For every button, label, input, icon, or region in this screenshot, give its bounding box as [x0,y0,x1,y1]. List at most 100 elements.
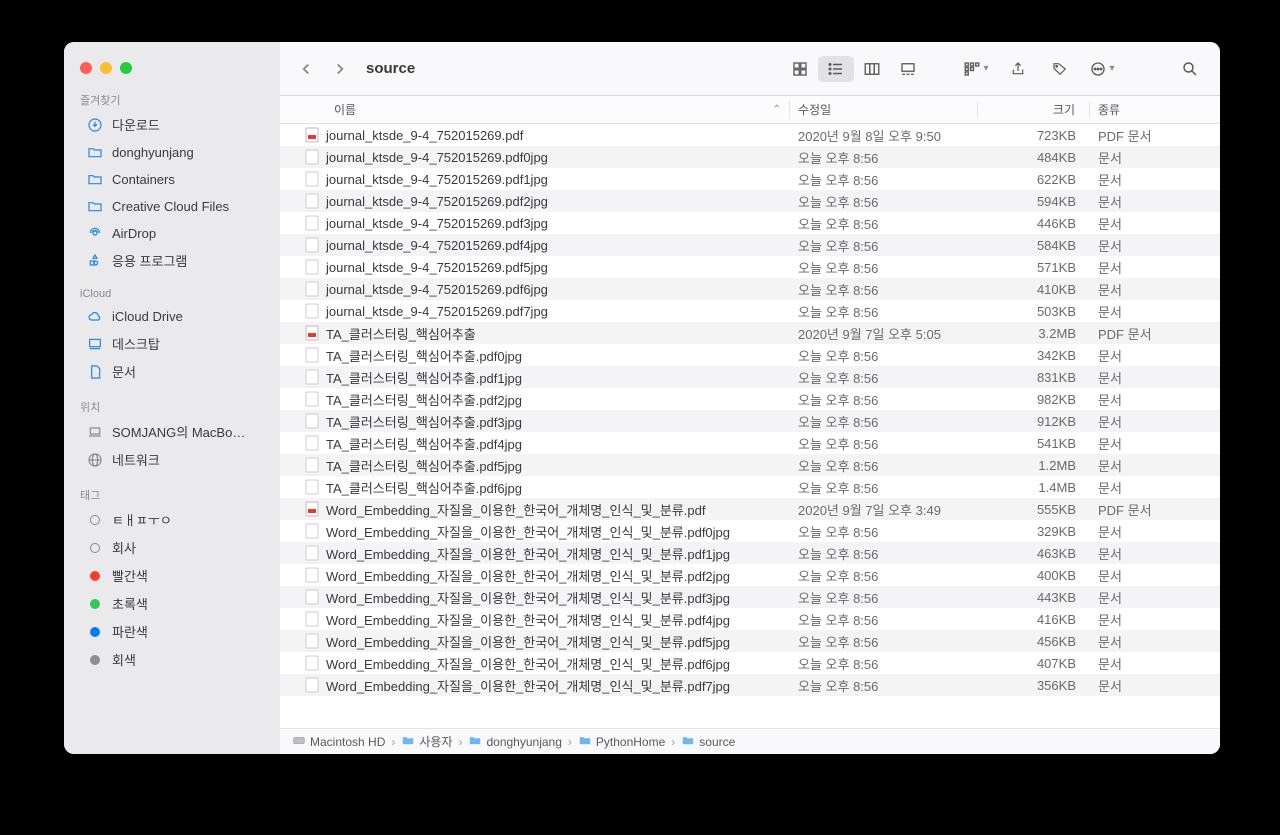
file-row[interactable]: Word_Embedding_자질을_이용한_한국어_개체명_인식_및_분류.p… [280,498,1220,520]
file-name: journal_ktsde_9-4_752015269.pdf5jpg [326,260,548,275]
file-icon [304,567,320,583]
forward-button[interactable] [326,57,354,81]
path-crumb[interactable]: Macintosh HD [292,733,385,750]
sidebar-item[interactable]: 회색 [70,646,274,673]
file-size: 555KB [978,502,1090,517]
path-crumb[interactable]: PythonHome [578,733,665,750]
sidebar-item[interactable]: 빨간색 [70,562,274,589]
file-icon [304,369,320,385]
file-row[interactable]: Word_Embedding_자질을_이용한_한국어_개체명_인식_및_분류.p… [280,630,1220,652]
file-icon [304,391,320,407]
share-button[interactable] [1000,56,1036,82]
file-row[interactable]: Word_Embedding_자질을_이용한_한국어_개체명_인식_및_분류.p… [280,608,1220,630]
path-crumb[interactable]: donghyunjang [468,733,561,750]
file-row[interactable]: Word_Embedding_자질을_이용한_한국어_개체명_인식_및_분류.p… [280,542,1220,564]
file-row[interactable]: Word_Embedding_자질을_이용한_한국어_개체명_인식_및_분류.p… [280,652,1220,674]
file-kind: 문서 [1090,412,1220,431]
file-row[interactable]: Word_Embedding_자질을_이용한_한국어_개체명_인식_및_분류.p… [280,520,1220,542]
airdrop-icon [86,224,104,242]
sidebar-item[interactable]: SOMJANG의 MacBo… [70,418,274,445]
icon-view-button[interactable] [782,56,818,82]
header-modified[interactable]: 수정일 [790,101,978,118]
file-list[interactable]: journal_ktsde_9-4_752015269.pdf 2020년 9월 … [280,124,1220,728]
sidebar-item[interactable]: 문서 [70,358,274,385]
sidebar-item[interactable]: ㅌㅐㅍㅜㅇ [70,506,274,533]
list-view-button[interactable] [818,56,854,82]
path-bar[interactable]: Macintosh HD›사용자›donghyunjang›PythonHome… [280,728,1220,754]
file-row[interactable]: journal_ktsde_9-4_752015269.pdf0jpg오늘 오후… [280,146,1220,168]
sidebar-item[interactable]: 초록색 [70,590,274,617]
file-row[interactable]: Word_Embedding_자질을_이용한_한국어_개체명_인식_및_분류.p… [280,674,1220,696]
file-kind: 문서 [1090,610,1220,629]
sidebar-item[interactable]: 회사 [70,534,274,561]
sidebar-item[interactable]: donghyunjang [70,139,274,165]
file-row[interactable]: Word_Embedding_자질을_이용한_한국어_개체명_인식_및_분류.p… [280,586,1220,608]
minimize-button[interactable] [100,62,112,74]
file-row[interactable]: TA_클러스터링_핵심어추출.pdf4jpg오늘 오후 8:56541KB문서 [280,432,1220,454]
sidebar-item-label: 응용 프로그램 [112,251,187,270]
file-row[interactable]: journal_ktsde_9-4_752015269.pdf2020년 9월 … [280,124,1220,146]
file-modified: 오늘 오후 8:56 [790,478,978,497]
file-size: 982KB [978,392,1090,407]
sidebar-item[interactable]: AirDrop [70,220,274,246]
path-crumb[interactable]: source [681,733,735,750]
path-crumb[interactable]: 사용자 [401,733,452,750]
file-kind: 문서 [1090,192,1220,211]
file-size: 584KB [978,238,1090,253]
grouping-button[interactable]: ▾ [958,56,994,82]
path-label: source [699,735,735,749]
file-size: 3.2MB [978,326,1090,341]
close-button[interactable] [80,62,92,74]
file-row[interactable]: TA_클러스터링_핵심어추출.pdf0jpg오늘 오후 8:56342KB문서 [280,344,1220,366]
fullscreen-button[interactable] [120,62,132,74]
sidebar-item[interactable]: 파란색 [70,618,274,645]
sidebar-item[interactable]: Creative Cloud Files [70,193,274,219]
file-modified: 오늘 오후 8:56 [790,236,978,255]
file-modified: 오늘 오후 8:56 [790,434,978,453]
header-size[interactable]: 크기 [978,101,1090,118]
sidebar-item[interactable]: Containers [70,166,274,192]
sidebar-item[interactable]: 데스크탑 [70,330,274,357]
window-title: source [366,60,415,77]
file-kind: 문서 [1090,302,1220,321]
path-label: donghyunjang [486,735,561,749]
header-name[interactable]: 이름⌃ [280,101,790,118]
file-row[interactable]: Word_Embedding_자질을_이용한_한국어_개체명_인식_및_분류.p… [280,564,1220,586]
gallery-view-button[interactable] [890,56,926,82]
file-row[interactable]: TA_클러스터링_핵심어추출.pdf2jpg오늘 오후 8:56982KB문서 [280,388,1220,410]
tag-icon [86,539,104,557]
file-modified: 오늘 오후 8:56 [790,368,978,387]
path-label: Macintosh HD [310,735,385,749]
file-size: 1.4MB [978,480,1090,495]
file-row[interactable]: journal_ktsde_9-4_752015269.pdf7jpg오늘 오후… [280,300,1220,322]
file-size: 400KB [978,568,1090,583]
file-row[interactable]: TA_클러스터링_핵심어추출.pdf3jpg오늘 오후 8:56912KB문서 [280,410,1220,432]
file-icon [304,435,320,451]
sidebar-item[interactable]: iCloud Drive [70,303,274,329]
file-row[interactable]: TA_클러스터링_핵심어추출2020년 9월 7일 오후 5:053.2MBPD… [280,322,1220,344]
file-row[interactable]: journal_ktsde_9-4_752015269.pdf2jpg오늘 오후… [280,190,1220,212]
file-kind: 문서 [1090,214,1220,233]
sidebar-item-label: AirDrop [112,226,156,241]
file-row[interactable]: journal_ktsde_9-4_752015269.pdf1jpg오늘 오후… [280,168,1220,190]
search-button[interactable] [1172,56,1208,82]
file-kind: 문서 [1090,566,1220,585]
tags-button[interactable] [1042,56,1078,82]
file-name: TA_클러스터링_핵심어추출.pdf0jpg [326,346,522,365]
file-row[interactable]: journal_ktsde_9-4_752015269.pdf4jpg오늘 오후… [280,234,1220,256]
sidebar-item[interactable]: 네트워크 [70,446,274,473]
action-button[interactable]: ▾ [1084,56,1120,82]
sidebar-item[interactable]: 다운로드 [70,111,274,138]
file-row[interactable]: TA_클러스터링_핵심어추출.pdf6jpg오늘 오후 8:561.4MB문서 [280,476,1220,498]
file-modified: 2020년 9월 7일 오후 3:49 [790,500,978,519]
file-row[interactable]: journal_ktsde_9-4_752015269.pdf3jpg오늘 오후… [280,212,1220,234]
file-row[interactable]: TA_클러스터링_핵심어추출.pdf5jpg오늘 오후 8:561.2MB문서 [280,454,1220,476]
file-name: journal_ktsde_9-4_752015269.pdf [326,128,523,143]
file-row[interactable]: journal_ktsde_9-4_752015269.pdf6jpg오늘 오후… [280,278,1220,300]
header-kind[interactable]: 종류 [1090,101,1220,118]
file-row[interactable]: journal_ktsde_9-4_752015269.pdf5jpg오늘 오후… [280,256,1220,278]
back-button[interactable] [292,57,320,81]
column-view-button[interactable] [854,56,890,82]
sidebar-item[interactable]: 응용 프로그램 [70,247,274,274]
file-row[interactable]: TA_클러스터링_핵심어추출.pdf1jpg오늘 오후 8:56831KB문서 [280,366,1220,388]
